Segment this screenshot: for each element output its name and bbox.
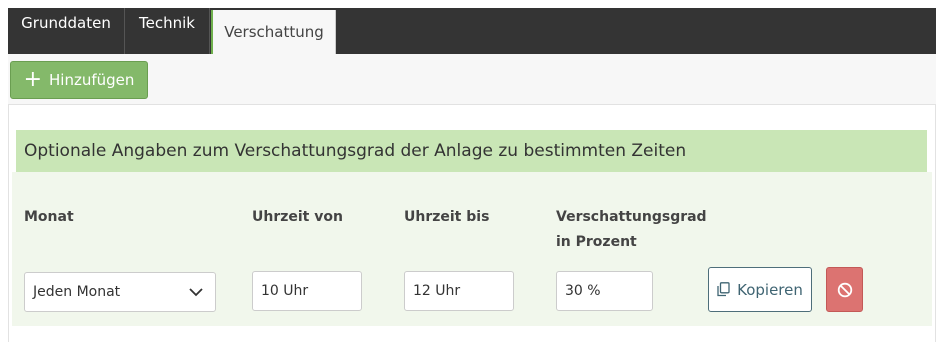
- time-to-input[interactable]: 12 Uhr: [404, 271, 514, 311]
- month-select-value: Jeden Monat: [33, 284, 121, 300]
- tab-divider: [209, 8, 210, 54]
- tab-grunddaten[interactable]: Grunddaten: [8, 0, 124, 46]
- shading-percent-input[interactable]: 30 %: [556, 271, 653, 311]
- section-heading-text: Optionale Angaben zum Verschattungsgrad …: [24, 141, 687, 161]
- time-from-input[interactable]: 10 Uhr: [252, 271, 362, 311]
- shading-label-line1: Verschattungsgrad: [556, 209, 707, 225]
- ban-icon: [837, 282, 852, 297]
- chevron-down-icon: [189, 288, 203, 297]
- delete-button[interactable]: [826, 267, 863, 312]
- add-button-label: Hinzufügen: [49, 71, 135, 89]
- copy-button-label: Kopieren: [737, 280, 803, 299]
- month-select[interactable]: Jeden Monat: [24, 272, 216, 312]
- copy-icon: [717, 282, 730, 297]
- month-label: Monat: [24, 209, 74, 225]
- section-heading: Optionale Angaben zum Verschattungsgrad …: [16, 130, 927, 172]
- shading-label-line2: in Prozent: [556, 234, 637, 250]
- time-from-label: Uhrzeit von: [252, 209, 343, 225]
- time-to-label: Uhrzeit bis: [404, 209, 490, 225]
- add-button[interactable]: + Hinzufügen: [10, 61, 148, 99]
- tab-technik[interactable]: Technik: [125, 0, 209, 46]
- tab-verschattung[interactable]: Verschattung: [211, 10, 336, 54]
- copy-button[interactable]: Kopieren: [708, 267, 812, 312]
- plus-icon: +: [23, 67, 43, 92]
